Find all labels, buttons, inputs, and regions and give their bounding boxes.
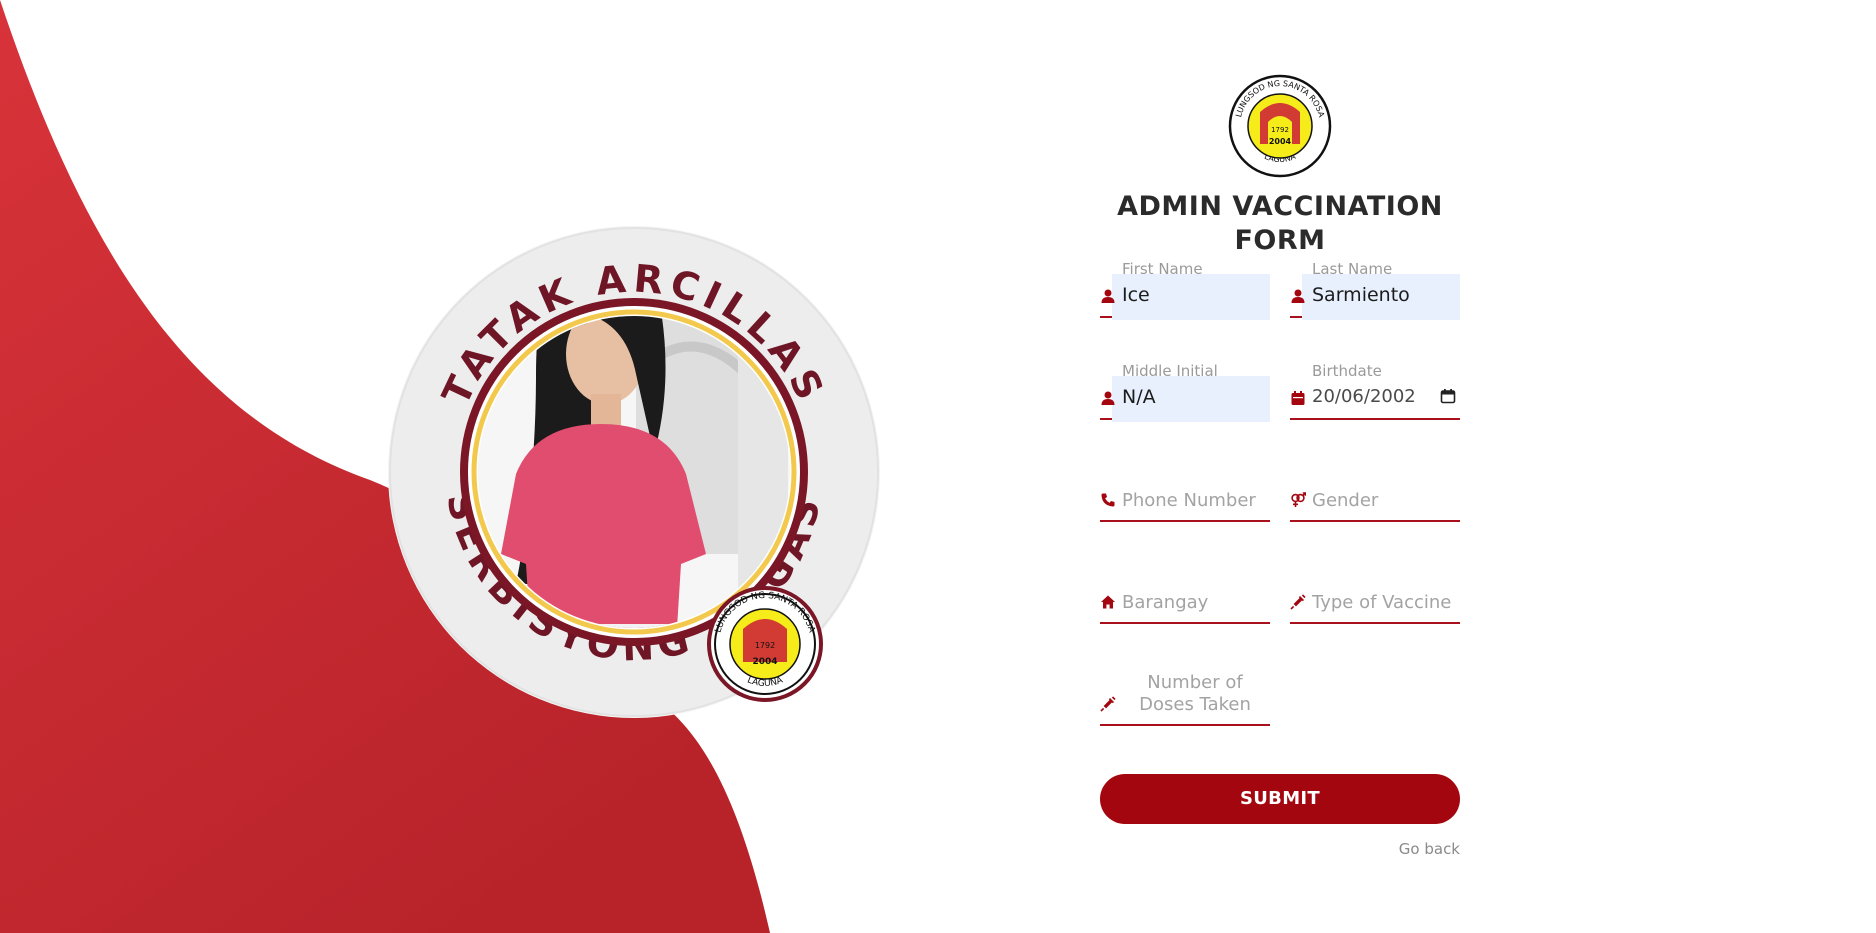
barangay-input[interactable]: Barangay <box>1100 580 1270 624</box>
home-icon <box>1101 595 1115 609</box>
seal-year-2: 2004 <box>752 657 777 667</box>
birthdate-input[interactable]: 20/06/2002 <box>1290 376 1460 420</box>
last-name-value: Sarmiento <box>1312 284 1410 306</box>
user-icon <box>1291 289 1305 303</box>
calendar-icon <box>1291 391 1305 405</box>
syringe-icon <box>1290 594 1306 610</box>
last-name-field[interactable]: Last Name Sarmiento <box>1290 260 1460 320</box>
first-name-value: Ice <box>1122 284 1150 306</box>
barangay-placeholder: Barangay <box>1122 592 1209 613</box>
gender-input[interactable]: Gender <box>1290 478 1460 522</box>
phone-number-input[interactable]: Phone Number <box>1100 478 1270 522</box>
background-wave <box>0 0 770 933</box>
doses-taken-placeholder: Number of Doses Taken <box>1139 672 1251 715</box>
gender-placeholder: Gender <box>1312 490 1379 511</box>
page-title-line2: FORM <box>1234 225 1326 256</box>
middle-initial-input[interactable]: N/A <box>1100 376 1270 422</box>
gender-icon <box>1291 492 1306 507</box>
vaccine-type-field[interactable]: Type of Vaccine <box>1290 566 1460 624</box>
first-name-field[interactable]: First Name Ice <box>1100 260 1270 320</box>
last-name-input[interactable]: Sarmiento <box>1290 274 1460 320</box>
seal-year-1: 1792 <box>755 641 775 650</box>
calendar-picker-icon[interactable] <box>1440 388 1456 404</box>
barangay-field[interactable]: Barangay <box>1100 566 1270 624</box>
vaccine-type-placeholder: Type of Vaccine <box>1312 592 1452 613</box>
middle-initial-field[interactable]: Middle Initial N/A <box>1100 362 1270 422</box>
phone-number-placeholder: Phone Number <box>1122 490 1256 511</box>
middle-initial-value: N/A <box>1122 386 1156 408</box>
phone-icon <box>1101 493 1115 507</box>
doses-taken-input[interactable]: Number of Doses Taken <box>1100 672 1270 726</box>
submit-button[interactable]: SUBMIT <box>1100 774 1460 824</box>
logo-year-1: 1792 <box>1271 126 1289 134</box>
portrait-medallion: TATAK ARCILLAS SERBISYONG WAGAS LUNGSOD … <box>388 226 880 718</box>
phone-number-field[interactable]: Phone Number <box>1100 464 1270 522</box>
first-name-input[interactable]: Ice <box>1100 274 1270 320</box>
logo-year-2: 2004 <box>1269 137 1292 146</box>
user-icon <box>1101 289 1115 303</box>
doses-taken-field[interactable]: Number of Doses Taken <box>1100 668 1270 726</box>
go-back-link[interactable]: Go back <box>1399 840 1460 858</box>
birthdate-field[interactable]: Birthdate 20/06/2002 <box>1290 362 1460 420</box>
user-icon <box>1101 391 1115 405</box>
syringe-icon <box>1100 696 1116 712</box>
santa-rosa-seal-icon: LUNGSOD NG SANTA ROSA LAGUNA 1792 2004 <box>1228 74 1332 178</box>
page-title: ADMIN VACCINATION FORM <box>1100 190 1460 258</box>
page-title-line1: ADMIN VACCINATION <box>1117 191 1443 222</box>
vaccine-type-input[interactable]: Type of Vaccine <box>1290 580 1460 624</box>
birthdate-value: 20/06/2002 <box>1312 386 1416 407</box>
gender-field[interactable]: Gender <box>1290 464 1460 522</box>
